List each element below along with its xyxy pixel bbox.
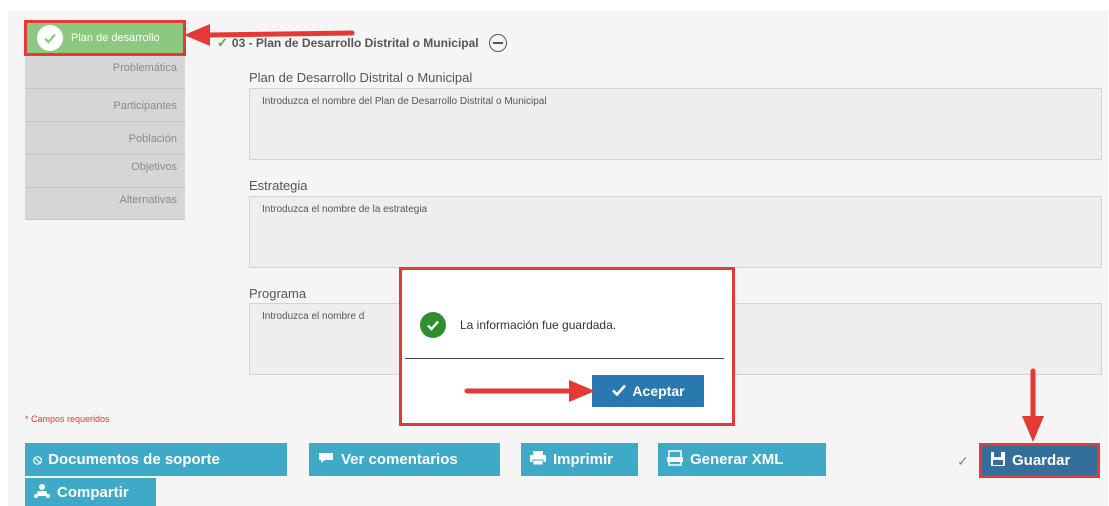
programa-placeholder: Introduzca el nombre d	[262, 311, 365, 322]
comentarios-label: Ver comentarios	[341, 451, 458, 468]
printer-icon	[529, 450, 547, 469]
sidebar-item-label: Participantes	[113, 100, 177, 112]
sidebar-item-label: Alternativas	[119, 194, 177, 206]
imprimir-button[interactable]: Imprimir	[521, 443, 638, 476]
floppy-icon	[990, 451, 1006, 470]
estrategia-label: Estrategia	[249, 178, 308, 193]
sidebar-item-participantes[interactable]: Participantes	[25, 89, 185, 122]
sidebar-item-plan-de-desarrollo[interactable]: Plan de desarrollo	[24, 20, 186, 56]
compartir-button[interactable]: Compartir	[25, 478, 156, 506]
documentos-label: Documentos de soporte	[48, 451, 220, 468]
comment-icon	[317, 451, 335, 468]
estrategia-field[interactable]: Introduzca el nombre de la estrategia	[249, 196, 1102, 268]
documentos-soporte-button[interactable]: ⦸ Documentos de soporte	[25, 443, 287, 476]
check-icon: ✓	[957, 453, 969, 469]
aceptar-label: Aceptar	[632, 383, 685, 399]
guardar-button[interactable]: Guardar	[979, 443, 1100, 478]
success-check-icon	[420, 312, 446, 338]
sidebar-item-label: Objetivos	[131, 161, 177, 173]
annotation-arrow-right-icon	[464, 380, 595, 402]
sidebar-item-label: Población	[128, 133, 177, 145]
sidebar-item-poblacion[interactable]: Población	[25, 122, 185, 155]
ver-comentarios-button[interactable]: Ver comentarios	[309, 443, 500, 476]
dialog-message: La información fue guardada.	[460, 318, 617, 332]
generar-xml-button[interactable]: Generar XML	[658, 443, 826, 476]
dialog-divider	[405, 358, 724, 359]
aceptar-button[interactable]: Aceptar	[592, 375, 704, 407]
programa-label: Programa	[249, 286, 307, 301]
dialog-body: La información fue guardada.	[402, 270, 732, 338]
plan-desarrollo-label: Plan de Desarrollo Distrital o Municipal	[249, 70, 473, 85]
required-note: * Campos requeridos	[25, 414, 110, 424]
collapse-icon[interactable]	[488, 34, 507, 52]
plan-desarrollo-field[interactable]: Introduzca el nombre del Plan de Desarro…	[249, 88, 1102, 160]
share-users-icon	[33, 483, 51, 502]
sidebar-item-problematica[interactable]: Problemática	[25, 56, 185, 89]
xml-file-icon	[666, 450, 684, 469]
imprimir-label: Imprimir	[553, 451, 614, 468]
sidebar-item-label: Problemática	[112, 62, 177, 74]
check-icon	[611, 383, 627, 400]
paperclip-icon: ⦸	[33, 451, 43, 467]
sidebar-item-alternativas[interactable]: Alternativas	[25, 188, 185, 220]
check-icon	[37, 25, 63, 51]
sidebar: Plan de desarrollo Problemática Particip…	[24, 20, 186, 220]
estrategia-placeholder: Introduzca el nombre de la estrategia	[262, 204, 428, 215]
sidebar-item-label: Plan de desarrollo	[71, 32, 160, 44]
sidebar-item-objetivos[interactable]: Objetivos	[25, 155, 185, 188]
xml-label: Generar XML	[690, 451, 784, 468]
annotation-arrow-left-icon	[184, 24, 355, 46]
guardar-label: Guardar	[1012, 452, 1071, 469]
plan-desarrollo-placeholder: Introduzca el nombre del Plan de Desarro…	[262, 96, 547, 107]
compartir-label: Compartir	[57, 483, 129, 501]
annotation-arrow-down-icon	[1022, 368, 1044, 442]
